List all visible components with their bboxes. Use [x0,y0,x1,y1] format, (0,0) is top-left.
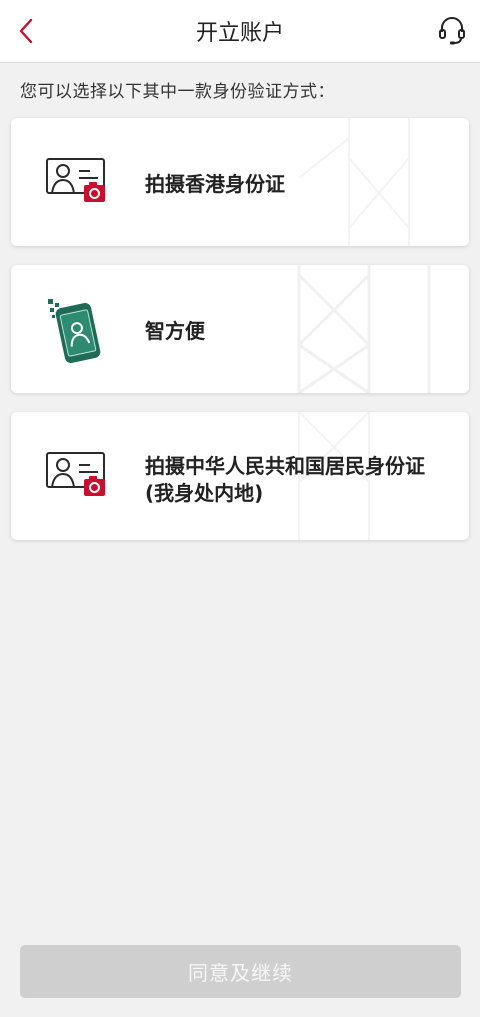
option-iam-smart-card[interactable]: 智方便 [11,265,469,393]
agree-continue-button[interactable]: 同意及继续 [20,945,461,998]
headset-icon [439,17,465,45]
header-bar: 开立账户 [0,0,480,63]
id-card-camera-icon [46,158,105,202]
instruction-text: 您可以选择以下其中一款身份验证方式： [20,82,335,102]
option-iam-smart-label: 智方便 [145,319,205,343]
smartphone-identity-icon [48,299,101,363]
option-mainland-id-card[interactable]: 拍摄中华人民共和国居民身份证(我身处内地) [11,412,469,540]
id-card-camera-icon [46,452,105,496]
customer-support-button[interactable] [436,14,468,48]
option-hkid-card[interactable]: 拍摄香港身份证 [11,118,469,246]
option-hkid-label: 拍摄香港身份证 [145,172,285,196]
page-title: 开立账户 [195,21,284,46]
option-mainland-id-label: 拍摄中华人民共和国居民身份证(我身处内地) [145,454,425,505]
